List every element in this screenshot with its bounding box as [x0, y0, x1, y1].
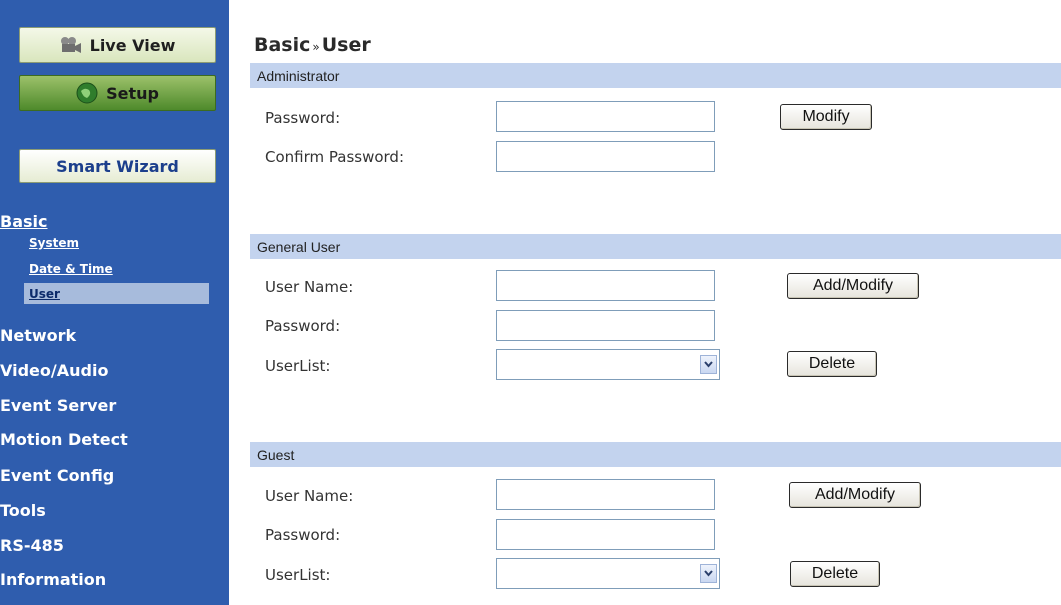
dropdown-arrow-icon[interactable] — [700, 564, 717, 583]
video-camera-icon — [60, 36, 82, 54]
general-add-modify-button[interactable]: Add/Modify — [787, 273, 919, 299]
main-content: Basic» User Administrator Password: Modif… — [229, 0, 1061, 605]
general-password-input[interactable] — [496, 310, 715, 341]
sidebar: Live View Setup Smart Wizard Basic Syste… — [0, 0, 229, 605]
administrator-section-header: Administrator — [250, 63, 1061, 88]
breadcrumb-separator: » — [312, 40, 320, 54]
setup-button[interactable]: Setup — [19, 75, 216, 111]
general-password-label: Password: — [265, 317, 341, 335]
setup-globe-icon — [76, 82, 98, 104]
menu-network[interactable]: Network — [0, 326, 76, 345]
live-view-button[interactable]: Live View — [19, 27, 216, 63]
page-title: Basic» User — [254, 34, 371, 56]
general-delete-button[interactable]: Delete — [787, 351, 877, 377]
submenu-user[interactable]: User — [29, 287, 60, 301]
guest-section-header: Guest — [250, 442, 1061, 467]
menu-video-audio[interactable]: Video/Audio — [0, 361, 108, 380]
general-username-label: User Name: — [265, 278, 354, 296]
guest-userlist-label: UserList: — [265, 566, 331, 584]
guest-password-label: Password: — [265, 526, 341, 544]
guest-delete-button[interactable]: Delete — [790, 561, 880, 587]
guest-username-input[interactable] — [496, 479, 715, 510]
menu-event-config[interactable]: Event Config — [0, 466, 114, 485]
guest-userlist-select[interactable] — [496, 558, 720, 589]
menu-basic[interactable]: Basic — [0, 212, 47, 231]
admin-password-label: Password: — [265, 109, 341, 127]
menu-tools[interactable]: Tools — [0, 501, 46, 520]
modify-button[interactable]: Modify — [780, 104, 872, 130]
live-view-label: Live View — [89, 35, 176, 55]
guest-add-modify-button[interactable]: Add/Modify — [789, 482, 921, 508]
general-userlist-label: UserList: — [265, 357, 331, 375]
admin-password-input[interactable] — [496, 101, 715, 132]
smart-wizard-label: Smart Wizard — [56, 156, 179, 176]
general-userlist-select[interactable] — [496, 349, 720, 380]
menu-motion-detect[interactable]: Motion Detect — [0, 430, 128, 449]
guest-password-input[interactable] — [496, 519, 715, 550]
setup-label: Setup — [106, 83, 159, 103]
admin-confirm-password-label: Confirm Password: — [265, 148, 405, 166]
dropdown-arrow-icon[interactable] — [700, 355, 717, 374]
admin-confirm-password-input[interactable] — [496, 141, 715, 172]
menu-information[interactable]: Information — [0, 570, 106, 589]
menu-rs485[interactable]: RS-485 — [0, 536, 64, 555]
submenu-date-time[interactable]: Date & Time — [29, 262, 113, 276]
menu-event-server[interactable]: Event Server — [0, 396, 116, 415]
breadcrumb-section: Basic — [254, 34, 311, 56]
breadcrumb-page: User — [321, 34, 371, 56]
general-user-section-header: General User — [250, 234, 1061, 259]
smart-wizard-button[interactable]: Smart Wizard — [19, 149, 216, 183]
submenu-system[interactable]: System — [29, 236, 79, 250]
guest-username-label: User Name: — [265, 487, 354, 505]
general-username-input[interactable] — [496, 270, 715, 301]
